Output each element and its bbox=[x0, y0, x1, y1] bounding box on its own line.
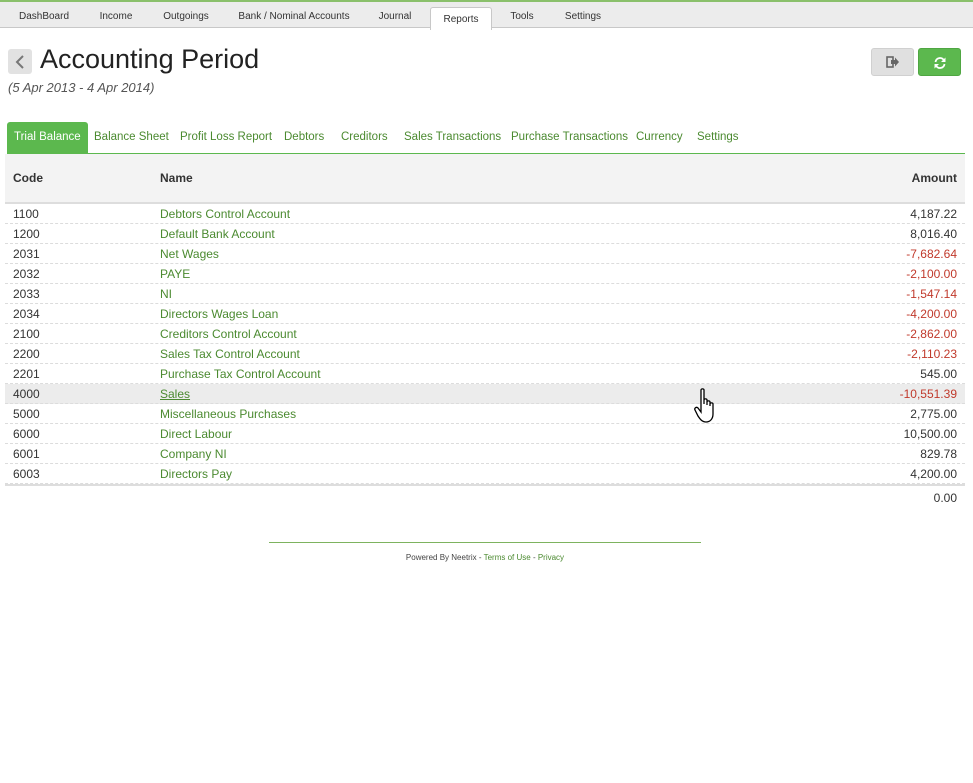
table-row[interactable]: 2100 Creditors Control Account -2,862.00 bbox=[5, 324, 965, 344]
account-code: 2032 bbox=[13, 267, 40, 281]
trial-balance-rows: 1100 Debtors Control Account 4,187.22 1200 D… bbox=[5, 204, 965, 484]
footer-separator: - bbox=[476, 553, 484, 562]
table-row[interactable]: 2033 NI -1,547.14 bbox=[5, 284, 965, 304]
account-amount: -10,551.39 bbox=[899, 387, 957, 401]
nav-tab-outgoings[interactable]: Outgoings bbox=[152, 2, 220, 29]
report-tabs: Trial Balance Balance Sheet Profit Loss … bbox=[7, 122, 965, 154]
account-amount: -4,200.00 bbox=[906, 307, 957, 321]
tab-settings[interactable]: Settings bbox=[697, 122, 739, 153]
nav-tab-dashboard[interactable]: DashBoard bbox=[8, 2, 80, 29]
tab-balance-sheet[interactable]: Balance Sheet bbox=[94, 122, 169, 153]
tab-currency[interactable]: Currency bbox=[636, 122, 683, 153]
account-name-link[interactable]: Creditors Control Account bbox=[160, 327, 297, 341]
accounting-period-range: (5 Apr 2013 - 4 Apr 2014) bbox=[8, 80, 155, 95]
table-bottom-border bbox=[5, 484, 965, 486]
account-amount: 829.78 bbox=[920, 447, 957, 461]
table-row[interactable]: 1100 Debtors Control Account 4,187.22 bbox=[5, 204, 965, 224]
refresh-button[interactable] bbox=[918, 48, 961, 76]
table-row[interactable]: 2031 Net Wages -7,682.64 bbox=[5, 244, 965, 264]
table-row[interactable]: 2034 Directors Wages Loan -4,200.00 bbox=[5, 304, 965, 324]
footer: Powered By Neetrix - Terms of Use - Priv… bbox=[269, 553, 701, 562]
account-code: 1100 bbox=[13, 207, 39, 221]
account-amount: 8,016.40 bbox=[910, 227, 957, 241]
account-name-link[interactable]: Directors Pay bbox=[160, 467, 232, 481]
tab-purchase-transactions[interactable]: Purchase Transactions bbox=[511, 122, 628, 153]
table-row[interactable]: 1200 Default Bank Account 8,016.40 bbox=[5, 224, 965, 244]
tab-sales-transactions[interactable]: Sales Transactions bbox=[404, 122, 501, 153]
account-name-link[interactable]: Debtors Control Account bbox=[160, 207, 290, 221]
tab-creditors[interactable]: Creditors bbox=[341, 122, 388, 153]
table-row[interactable]: 6001 Company NI 829.78 bbox=[5, 444, 965, 464]
chevron-left-icon bbox=[15, 55, 24, 69]
nav-tab-income[interactable]: Income bbox=[88, 2, 144, 29]
account-name-link[interactable]: Sales Tax Control Account bbox=[160, 347, 300, 361]
account-name-link[interactable]: Sales bbox=[160, 387, 190, 401]
table-row[interactable]: 4000 Sales -10,551.39 bbox=[5, 384, 965, 404]
footer-divider bbox=[269, 542, 701, 543]
terms-of-use-link[interactable]: Terms of Use bbox=[484, 553, 531, 562]
account-amount: 4,187.22 bbox=[910, 207, 957, 221]
account-name-link[interactable]: NI bbox=[160, 287, 172, 301]
total-row: 0.00 bbox=[5, 491, 965, 507]
account-amount: 10,500.00 bbox=[903, 427, 957, 441]
account-code: 5000 bbox=[13, 407, 40, 421]
account-code: 1200 bbox=[13, 227, 40, 241]
account-amount: -2,100.00 bbox=[906, 267, 957, 281]
nav-tab-bank-nominal-accounts[interactable]: Bank / Nominal Accounts bbox=[228, 2, 360, 29]
account-amount: -1,547.14 bbox=[906, 287, 957, 301]
tab-profit-loss-report[interactable]: Profit Loss Report bbox=[180, 122, 272, 153]
account-name-link[interactable]: Directors Wages Loan bbox=[160, 307, 278, 321]
export-button[interactable] bbox=[871, 48, 914, 76]
account-name-link[interactable]: Default Bank Account bbox=[160, 227, 275, 241]
table-row[interactable]: 5000 Miscellaneous Purchases 2,775.00 bbox=[5, 404, 965, 424]
powered-by-text: Powered By Neetrix bbox=[405, 553, 477, 562]
account-name-link[interactable]: Purchase Tax Control Account bbox=[160, 367, 321, 381]
nav-tab-settings[interactable]: Settings bbox=[552, 2, 614, 29]
account-name-link[interactable]: Direct Labour bbox=[160, 427, 232, 441]
account-name-link[interactable]: Company NI bbox=[160, 447, 227, 461]
account-name-link[interactable]: Miscellaneous Purchases bbox=[160, 407, 296, 421]
account-code: 2100 bbox=[13, 327, 40, 341]
table-row[interactable]: 2200 Sales Tax Control Account -2,110.23 bbox=[5, 344, 965, 364]
nav-tab-journal[interactable]: Journal bbox=[368, 2, 422, 29]
account-code: 6000 bbox=[13, 427, 40, 441]
tab-trial-balance[interactable]: Trial Balance bbox=[7, 122, 88, 153]
account-name-link[interactable]: Net Wages bbox=[160, 247, 219, 261]
account-amount: 545.00 bbox=[920, 367, 957, 381]
tab-debtors[interactable]: Debtors bbox=[284, 122, 324, 153]
nav-tab-tools[interactable]: Tools bbox=[500, 2, 544, 29]
account-name-link[interactable]: PAYE bbox=[160, 267, 190, 281]
page-title: Accounting Period bbox=[40, 44, 260, 74]
total-amount: 0.00 bbox=[933, 491, 957, 505]
nav-tab-reports[interactable]: Reports bbox=[430, 7, 492, 30]
account-code: 2034 bbox=[13, 307, 40, 321]
account-code: 2201 bbox=[13, 367, 40, 381]
account-amount: 4,200.00 bbox=[910, 467, 957, 481]
back-button[interactable] bbox=[8, 49, 32, 74]
footer-separator: - bbox=[530, 553, 538, 562]
account-amount: -2,110.23 bbox=[907, 347, 957, 361]
account-code: 2031 bbox=[13, 247, 40, 261]
top-navigation: DashBoard Income Outgoings Bank / Nomina… bbox=[0, 0, 973, 30]
sign-out-icon bbox=[885, 56, 899, 68]
account-code: 6001 bbox=[13, 447, 40, 461]
table-row[interactable]: 2032 PAYE -2,100.00 bbox=[5, 264, 965, 284]
table-row[interactable]: 6000 Direct Labour 10,500.00 bbox=[5, 424, 965, 444]
account-amount: -7,682.64 bbox=[906, 247, 957, 261]
table-row[interactable]: 2201 Purchase Tax Control Account 545.00 bbox=[5, 364, 965, 384]
account-code: 2200 bbox=[13, 347, 40, 361]
column-header-amount[interactable]: Amount bbox=[912, 171, 957, 185]
account-amount: -2,862.00 bbox=[906, 327, 957, 341]
refresh-icon bbox=[934, 57, 945, 69]
column-header-code[interactable]: Code bbox=[13, 171, 43, 185]
account-code: 4000 bbox=[13, 387, 40, 401]
table-header: Code Name Amount bbox=[5, 154, 965, 204]
privacy-link[interactable]: Privacy bbox=[538, 553, 564, 562]
column-header-name[interactable]: Name bbox=[160, 171, 193, 185]
account-code: 6003 bbox=[13, 467, 40, 481]
account-amount: 2,775.00 bbox=[910, 407, 957, 421]
account-code: 2033 bbox=[13, 287, 40, 301]
table-row[interactable]: 6003 Directors Pay 4,200.00 bbox=[5, 464, 965, 484]
hand-pointer-cursor-icon bbox=[694, 388, 714, 423]
